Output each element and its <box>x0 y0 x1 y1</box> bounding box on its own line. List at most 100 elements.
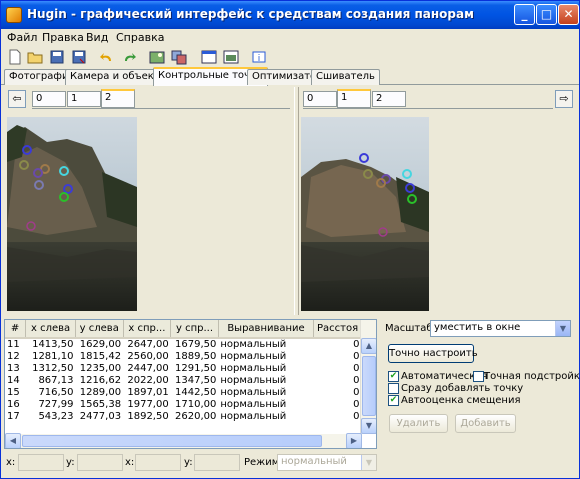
table-cell: 0 <box>353 375 360 386</box>
auto-estimate-label: Автооценка смещения <box>401 395 521 406</box>
auto-estimate-checkbox[interactable]: ✔ <box>388 395 399 406</box>
table-cell: 2477,03 <box>79 411 122 422</box>
new-file-icon[interactable] <box>7 49 23 65</box>
table-row[interactable]: 11 1413,50 1629,00 2647,00 1679,50 норма… <box>5 338 362 351</box>
vertical-scroll-thumb[interactable] <box>362 356 376 416</box>
scroll-right-arrow-icon[interactable]: ▶ <box>346 433 362 448</box>
menu-file[interactable]: Файл <box>7 31 37 44</box>
title-bar[interactable]: Hugin - графический интерфейс к средства… <box>1 1 579 29</box>
left-image-tab-2[interactable]: 2 <box>101 89 135 108</box>
table-cell: 2647,00 <box>127 339 169 350</box>
table-row[interactable]: 12 1281,10 1815,42 2560,00 1889,50 норма… <box>5 351 362 363</box>
info-icon[interactable]: i <box>251 49 267 65</box>
y2-label: y: <box>184 457 193 468</box>
right-image-tab-0[interactable]: 0 <box>303 91 337 107</box>
table-cell: 1289,00 <box>79 387 122 398</box>
scroll-down-arrow-icon[interactable]: ▼ <box>361 418 376 434</box>
tab-stitcher[interactable]: Сшиватель <box>311 69 380 85</box>
auto-fine-tune-checkbox[interactable]: ✔ <box>388 371 399 382</box>
table-row[interactable]: 16 727,99 1565,38 1977,00 1710,00 нормал… <box>5 399 362 411</box>
save-icon[interactable] <box>49 49 65 65</box>
horizontal-scrollbar[interactable]: ◀ ▶ <box>5 433 362 448</box>
column-header[interactable]: y спр... <box>170 320 219 339</box>
coordinates-bar: x: y: x: y: Режим: нормальный ▼ <box>4 452 577 474</box>
right-photo-canvas <box>301 117 429 311</box>
fast-preview-icon[interactable] <box>223 49 239 65</box>
right-photo[interactable] <box>301 117 429 311</box>
fine-tune-checkbox[interactable] <box>473 371 484 382</box>
align-images-icon[interactable] <box>171 49 187 65</box>
y2-field[interactable] <box>194 454 240 471</box>
mode-select-value: нормальный <box>281 456 347 467</box>
add-images-icon[interactable] <box>149 49 165 65</box>
column-header[interactable]: Расстоя <box>313 320 362 339</box>
minimize-button[interactable]: _ <box>514 4 535 25</box>
y1-field[interactable] <box>77 454 123 471</box>
table-cell: 1235,00 <box>79 363 122 374</box>
table-cell: 1347,50 <box>175 375 217 386</box>
control-points-table: # x слева y слева x спр... y спр... Выра… <box>5 320 362 423</box>
table-cell: 2447,00 <box>127 363 169 374</box>
save-as-icon[interactable] <box>71 49 87 65</box>
table-cell: 1413,50 <box>32 339 74 350</box>
close-button[interactable]: ✕ <box>558 4 579 25</box>
table-cell: 727,99 <box>38 399 74 410</box>
table-cell: нормальный <box>220 411 287 422</box>
undo-icon[interactable] <box>99 49 115 65</box>
maximize-button[interactable]: □ <box>536 4 557 25</box>
table-row[interactable]: 15 716,50 1289,00 1897,01 1442,50 нормал… <box>5 387 362 399</box>
vertical-scrollbar[interactable]: ▲ ▼ <box>360 320 376 434</box>
chevron-down-icon[interactable]: ▼ <box>555 321 570 336</box>
scale-select[interactable]: уместить в окне ▼ <box>430 320 571 337</box>
preview-icon[interactable] <box>201 49 217 65</box>
fine-tune-label: Точная подстройка <box>484 371 580 382</box>
x2-label: x: <box>125 457 135 468</box>
table-cell: 12 <box>7 351 20 362</box>
menu-view[interactable]: Вид <box>86 31 108 44</box>
column-header[interactable]: Выравнивание <box>218 320 315 339</box>
open-folder-icon[interactable] <box>27 49 43 65</box>
x2-field[interactable] <box>135 454 181 471</box>
delete-button[interactable]: Удалить <box>389 414 448 433</box>
right-image-tab-2[interactable]: 2 <box>372 91 406 107</box>
redo-icon[interactable] <box>121 49 137 65</box>
table-cell: 1281,10 <box>32 351 74 362</box>
column-header[interactable]: x спр... <box>123 320 172 339</box>
table-cell: 2560,00 <box>127 351 169 362</box>
right-arrow-button[interactable]: ⇨ <box>555 90 573 108</box>
table-row[interactable]: 14 867,13 1216,62 2022,00 1347,50 нормал… <box>5 375 362 387</box>
horizontal-scroll-thumb[interactable] <box>22 435 322 447</box>
column-header[interactable]: x слева <box>25 320 76 339</box>
fine-tune-button[interactable]: Точно настроить <box>388 344 478 363</box>
column-header[interactable]: y слева <box>75 320 124 339</box>
table-cell: 2022,00 <box>127 375 169 386</box>
add-immediately-checkbox[interactable] <box>388 383 399 394</box>
menu-edit[interactable]: Правка <box>42 31 84 44</box>
right-image-tabs-rule <box>303 108 553 109</box>
left-image-tab-1[interactable]: 1 <box>67 91 101 107</box>
left-photo[interactable] <box>7 117 137 311</box>
mode-select[interactable]: нормальный ▼ <box>277 454 377 471</box>
menu-help[interactable]: Справка <box>116 31 164 44</box>
x1-field[interactable] <box>18 454 64 471</box>
table-cell: 16 <box>7 399 20 410</box>
table-cell: 1679,50 <box>175 339 217 350</box>
left-image-tab-0[interactable]: 0 <box>32 91 66 107</box>
table-cell: 1216,62 <box>79 375 122 386</box>
table-row[interactable]: 13 1312,50 1235,00 2447,00 1291,50 норма… <box>5 363 362 375</box>
table-row[interactable]: 17 543,23 2477,03 1892,50 2620,00 нормал… <box>5 411 362 423</box>
right-image-tab-1[interactable]: 1 <box>337 89 371 108</box>
scroll-up-arrow-icon[interactable]: ▲ <box>361 338 376 354</box>
add-button[interactable]: Добавить <box>455 414 516 433</box>
chevron-down-icon[interactable]: ▼ <box>361 455 376 470</box>
scroll-left-arrow-icon[interactable]: ◀ <box>5 433 21 448</box>
main-tabs: Фотографии Камера и объектив Контрольные… <box>1 67 579 86</box>
scale-select-value: уместить в окне <box>434 322 521 333</box>
table-cell: 1892,50 <box>127 411 169 422</box>
column-header[interactable]: # <box>5 320 27 339</box>
table-cell: 17 <box>7 411 20 422</box>
left-image-pane: ⇦ 0 1 2 <box>4 87 294 315</box>
table-cell: 543,23 <box>38 411 74 422</box>
table-cell: 13 <box>7 363 20 374</box>
left-arrow-button[interactable]: ⇦ <box>8 90 26 108</box>
